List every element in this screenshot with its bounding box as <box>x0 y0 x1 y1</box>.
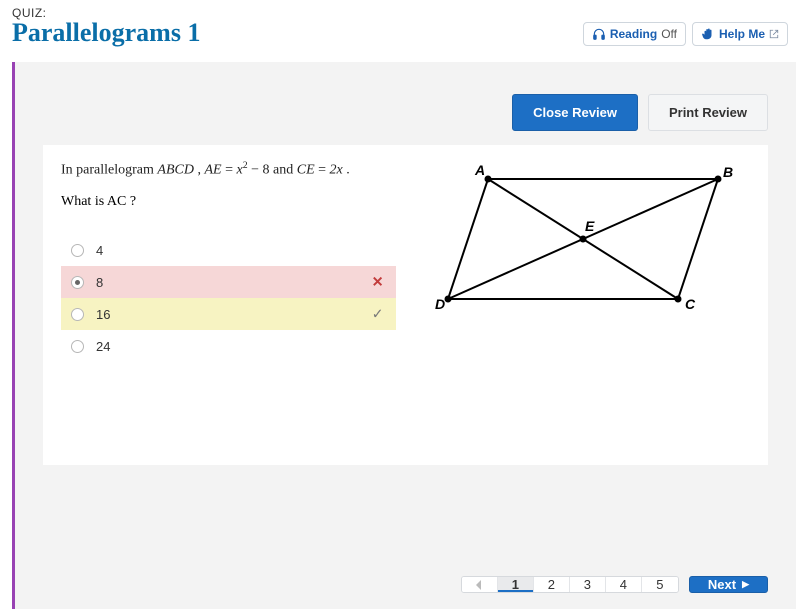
help-button[interactable]: Help Me <box>692 22 788 46</box>
page-list: 1 2 3 4 5 <box>461 576 679 593</box>
next-label: Next <box>708 577 736 592</box>
app-header: QUIZ: Parallelograms 1 Reading Off Help … <box>0 0 800 54</box>
prev-page-button[interactable] <box>462 577 498 592</box>
chevron-left-icon <box>475 580 483 590</box>
choice-option[interactable]: 8 ✕ <box>61 266 396 298</box>
sub-suffix: ? <box>126 194 136 209</box>
header-left: QUIZ: Parallelograms 1 <box>12 6 200 48</box>
choice-list: 4 8 ✕ 16 ✓ 24 <box>61 234 396 362</box>
pager: 1 2 3 4 5 Next ▶ <box>461 576 768 593</box>
popout-icon <box>769 29 779 39</box>
help-label: Help Me <box>719 27 765 41</box>
page-number[interactable]: 4 <box>606 577 642 592</box>
parallelogram-figure: A B C D E <box>433 159 733 329</box>
page-number[interactable]: 3 <box>570 577 606 592</box>
label-E: E <box>585 218 595 234</box>
choice-label: 4 <box>96 243 103 258</box>
chevron-right-icon: ▶ <box>742 579 749 590</box>
ae-tail: − 8 <box>248 163 270 178</box>
header-right: Reading Off Help Me <box>583 22 788 46</box>
page-number[interactable]: 2 <box>534 577 570 592</box>
period: . <box>343 163 350 178</box>
prompt-prefix: In parallelogram <box>61 163 157 178</box>
close-review-button[interactable]: Close Review <box>512 94 638 131</box>
next-button[interactable]: Next ▶ <box>689 576 768 593</box>
question-column: In parallelogram ABCD , AE = x2 − 8 and … <box>61 159 396 425</box>
reading-state: Off <box>661 27 677 41</box>
reading-label: Reading <box>610 27 657 41</box>
label-A: A <box>474 162 485 178</box>
review-bar: Close Review Print Review <box>15 62 796 145</box>
choice-option[interactable]: 24 <box>61 330 396 362</box>
radio-icon <box>71 244 84 257</box>
radio-icon <box>71 276 84 289</box>
choice-option[interactable]: 16 ✓ <box>61 298 396 330</box>
ce-var: CE <box>297 163 315 178</box>
radio-icon <box>71 340 84 353</box>
choice-option[interactable]: 4 <box>61 234 396 266</box>
radio-icon <box>71 308 84 321</box>
choice-label: 8 <box>96 275 103 290</box>
hand-icon <box>701 27 715 41</box>
label-D: D <box>435 296 445 312</box>
question-card: In parallelogram ABCD , AE = x2 − 8 and … <box>43 145 768 465</box>
print-review-button[interactable]: Print Review <box>648 94 768 131</box>
label-B: B <box>723 164 733 180</box>
shape-name: ABCD <box>157 163 194 178</box>
label-C: C <box>685 296 696 312</box>
headphones-icon <box>592 27 606 41</box>
figure-column: A B C D E <box>416 159 751 425</box>
sep1: , <box>194 163 205 178</box>
and: and <box>270 163 297 178</box>
correct-mark-icon: ✓ <box>372 306 384 323</box>
choice-label: 24 <box>96 339 110 354</box>
page-number[interactable]: 1 <box>498 577 534 592</box>
sub-var: AC <box>107 194 126 209</box>
reading-toggle-button[interactable]: Reading Off <box>583 22 686 46</box>
ae-var: AE <box>204 163 221 178</box>
choice-label: 16 <box>96 307 110 322</box>
eq1: = <box>222 163 237 178</box>
question-prompt: In parallelogram ABCD , AE = x2 − 8 and … <box>61 159 396 180</box>
page-number[interactable]: 5 <box>642 577 678 592</box>
page-title: Parallelograms 1 <box>12 18 200 48</box>
quiz-stage: Close Review Print Review In parallelogr… <box>12 62 796 609</box>
eq2: = <box>315 163 330 178</box>
ce-expr: 2x <box>330 163 343 178</box>
sub-prefix: What is <box>61 194 107 209</box>
sub-question: What is AC ? <box>61 194 396 210</box>
wrong-mark-icon: ✕ <box>372 274 384 291</box>
